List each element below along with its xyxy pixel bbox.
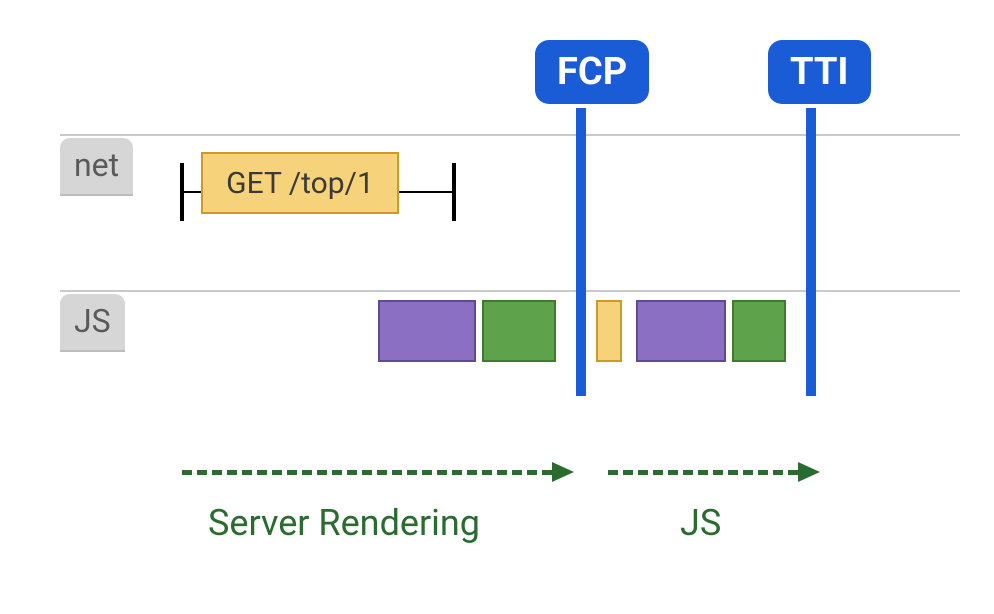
server-phase-dash bbox=[182, 470, 552, 475]
net-lane-rule bbox=[60, 134, 960, 136]
timing-diagram: net JS GET /top/1 FCP TTI Server Renderi… bbox=[0, 0, 994, 614]
js-phase-dash bbox=[608, 470, 798, 475]
js-phase-arrowhead-icon bbox=[798, 462, 820, 482]
js-lane-rule bbox=[60, 290, 960, 292]
fcp-marker-badge: FCP bbox=[535, 40, 649, 104]
fcp-label: FCP bbox=[557, 50, 627, 94]
js-phase-arrow bbox=[608, 462, 818, 482]
server-phase-arrowhead-icon bbox=[552, 462, 574, 482]
server-phase-label: Server Rendering bbox=[208, 502, 480, 544]
js-lane-label: JS bbox=[60, 294, 125, 352]
net-request-box: GET /top/1 bbox=[201, 152, 399, 214]
tti-marker-badge: TTI bbox=[768, 40, 871, 104]
js-phase-label: JS bbox=[680, 502, 721, 544]
server-phase-arrow bbox=[182, 462, 572, 482]
js-block-5-green bbox=[732, 300, 786, 362]
tti-marker-line bbox=[806, 108, 816, 396]
net-lane-label: net bbox=[60, 138, 133, 196]
net-request-text: GET /top/1 bbox=[226, 166, 374, 201]
js-block-4-purple bbox=[636, 300, 726, 362]
tti-label: TTI bbox=[790, 50, 849, 94]
js-block-1-purple bbox=[378, 300, 476, 362]
js-block-2-green bbox=[482, 300, 556, 362]
js-block-3-yellow bbox=[596, 300, 622, 362]
fcp-marker-line bbox=[576, 108, 586, 396]
